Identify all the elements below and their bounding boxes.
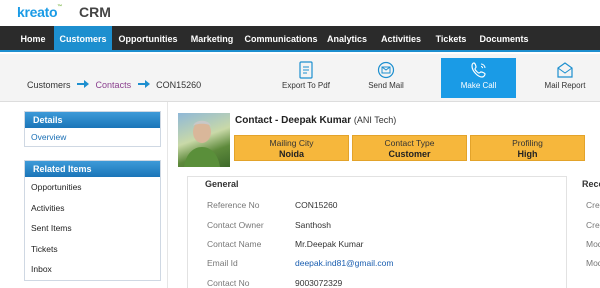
nav-activities[interactable]: Activities (374, 26, 428, 52)
nav-analytics[interactable]: Analytics (322, 26, 372, 52)
arrow-right-icon (137, 80, 150, 88)
field-value: Mr.Deepak Kumar (295, 239, 364, 249)
contact-photo (178, 113, 230, 167)
phone-icon (470, 62, 486, 78)
field-label: Contact Name (207, 239, 262, 249)
summary-label: Mailing City (269, 138, 314, 148)
make-call-label: Make Call (460, 81, 497, 90)
contact-title: Contact - Deepak Kumar (ANI Tech) (235, 115, 396, 126)
toolbar-row: Customers Contacts CON15260 Export To Pd… (0, 54, 600, 102)
breadcrumb-record-id: CON15260 (156, 80, 202, 90)
arrow-right-icon (77, 80, 90, 88)
export-pdf-button[interactable]: Export To Pdf (275, 58, 337, 98)
nav-tickets[interactable]: Tickets (430, 26, 472, 52)
breadcrumb: Customers Contacts CON15260 (27, 80, 201, 90)
field-label: Email Id (207, 258, 238, 268)
record-label: Created (586, 220, 600, 230)
summary-value: Customer (388, 149, 431, 159)
field-value: CON15260 (295, 200, 338, 210)
person-photo (184, 120, 220, 167)
column-divider (167, 102, 168, 288)
general-box (187, 176, 567, 288)
summary-profiling: Profiling High (470, 135, 585, 161)
nav-opportunities[interactable]: Opportunities (114, 26, 182, 52)
field-label: Reference No (207, 200, 260, 210)
product-name: CRM (79, 4, 111, 20)
export-pdf-label: Export To Pdf (282, 81, 330, 90)
send-mail-label: Send Mail (368, 81, 404, 90)
nav-communications[interactable]: Communications (242, 26, 320, 52)
sidebar-item-inbox[interactable]: Inbox (25, 259, 160, 280)
contact-company: (ANI Tech) (353, 115, 397, 125)
main-nav: Home Customers Opportunities Marketing C… (0, 26, 600, 52)
breadcrumb-contacts[interactable]: Contacts (96, 80, 132, 90)
field-label: Contact No (207, 278, 250, 288)
nav-customers[interactable]: Customers (54, 26, 112, 52)
sidebar-item-opportunities[interactable]: Opportunities (25, 177, 160, 198)
nav-home[interactable]: Home (14, 26, 52, 52)
summary-mailing-city: Mailing City Noida (234, 135, 349, 161)
mail-report-button[interactable]: Mail Report (538, 58, 592, 98)
nav-marketing[interactable]: Marketing (184, 26, 240, 52)
related-items-panel: Related Items Opportunities Activities S… (24, 160, 161, 281)
field-value: 9003072329 (295, 278, 343, 288)
brand-bar: kreato™ CRM (0, 0, 600, 24)
contact-name-heading: Contact - Deepak Kumar (235, 115, 352, 126)
send-mail-icon (377, 61, 395, 79)
mail-report-icon (557, 62, 573, 78)
summary-value: Noida (278, 149, 304, 159)
send-mail-button[interactable]: Send Mail (358, 58, 414, 98)
field-label: Contact Owner (207, 220, 264, 230)
summary-label: Profiling (512, 138, 543, 148)
record-title: Record (582, 179, 600, 189)
mail-report-label: Mail Report (544, 81, 586, 90)
sidebar-item-activities[interactable]: Activities (25, 198, 160, 219)
general-title: General (205, 179, 239, 189)
summary-value: High (517, 149, 538, 159)
summary-label: Contact Type (384, 138, 435, 148)
summary-contact-type: Contact Type Customer (352, 135, 467, 161)
breadcrumb-customers[interactable]: Customers (27, 80, 71, 90)
details-panel-title: Details (25, 112, 160, 128)
nav-documents[interactable]: Documents (474, 26, 534, 52)
details-panel: Details Overview (24, 111, 161, 147)
related-items-title: Related Items (25, 161, 160, 177)
record-label: Modified (586, 239, 600, 249)
general-section: General Reference No CON15260 Contact Ow… (187, 176, 600, 288)
kreato-logo[interactable]: kreato™ (17, 4, 62, 20)
pdf-icon (299, 61, 313, 79)
make-call-button[interactable]: Make Call (441, 58, 516, 98)
sidebar-item-tickets[interactable]: Tickets (25, 239, 160, 260)
field-value: Santhosh (295, 220, 331, 230)
record-label: Modified (586, 258, 600, 268)
sidebar-item-sent-items[interactable]: Sent Items (25, 218, 160, 239)
record-label: Created (586, 200, 600, 210)
email-link[interactable]: deepak.ind81@gmail.com (295, 258, 393, 268)
sidebar-item-overview[interactable]: Overview (25, 128, 160, 146)
